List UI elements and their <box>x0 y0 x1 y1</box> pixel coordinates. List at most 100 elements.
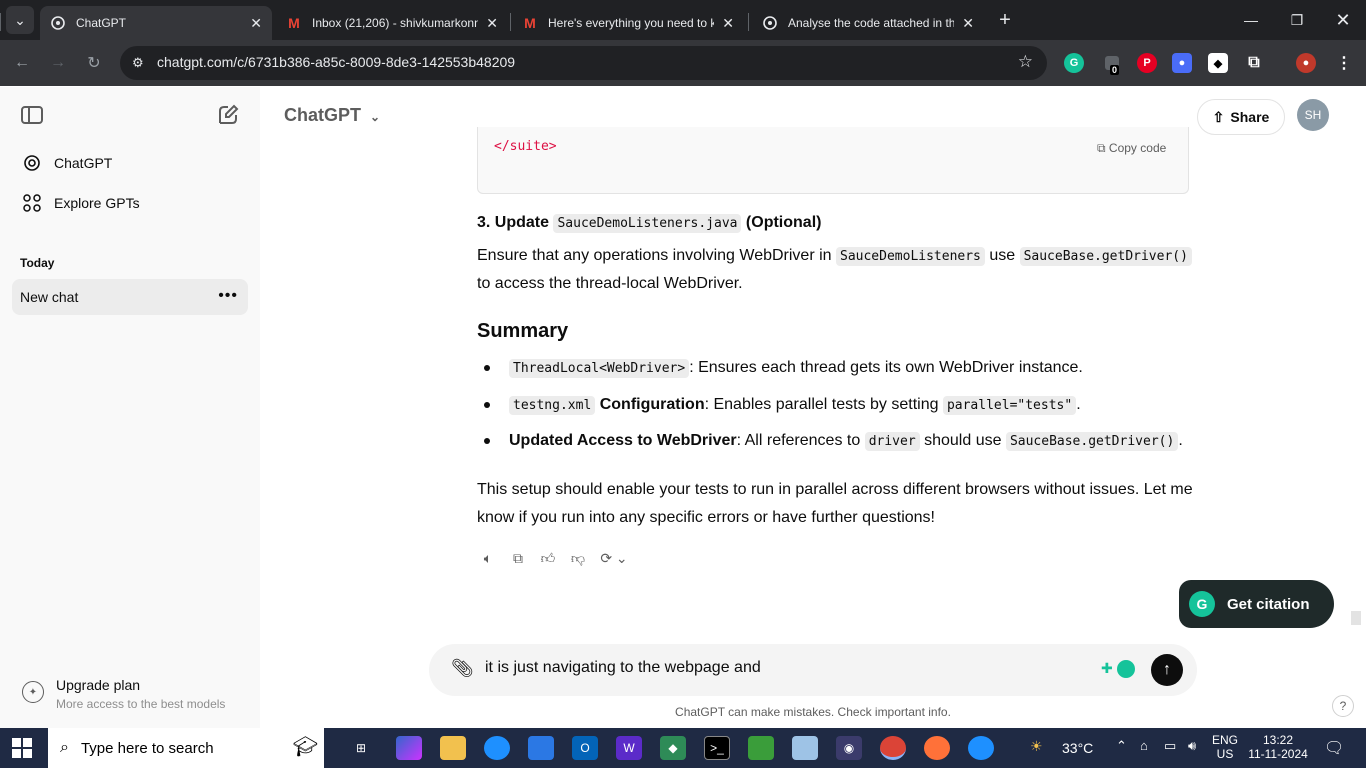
terminal-icon[interactable]: >_ <box>704 736 730 760</box>
extensions-puzzle-icon[interactable]: ⧉ <box>1244 53 1264 73</box>
tab-chatgpt[interactable]: ChatGPT ✕ <box>40 6 272 40</box>
reload-button[interactable]: ↻ <box>80 49 108 77</box>
eclipse-icon[interactable]: ◉ <box>836 736 862 760</box>
browser-toolbar: ← → ↻ ⚙ chatgpt.com/c/6731b386-a85c-8009… <box>0 40 1366 86</box>
tab-gmail-inbox[interactable]: M Inbox (21,206) - shivkumarkonn ✕ <box>276 6 508 40</box>
chat-history-item[interactable]: New chat ••• <box>12 279 248 315</box>
chevron-up-icon[interactable]: ⌃ <box>1116 738 1127 754</box>
notification-icon[interactable]: 🗨︎ <box>1324 738 1344 758</box>
list-item: Updated Access to WebDriver: All referen… <box>509 432 1183 451</box>
paragraph: to access the thread-local WebDriver. <box>477 275 743 292</box>
citation-label: Get citation <box>1227 595 1310 613</box>
app-icon[interactable] <box>792 736 818 760</box>
copy-icon[interactable]: ⧉ <box>507 547 529 569</box>
back-button[interactable]: ← <box>8 49 36 77</box>
close-window-button[interactable]: ✕ <box>1320 0 1366 40</box>
address-bar[interactable]: ⚙ chatgpt.com/c/6731b386-a85c-8009-8de3-… <box>120 46 1047 80</box>
main-content: ChatGPT ⌄ ⇧ Share SH </suite> ⧉ Copy cod… <box>260 87 1366 728</box>
windows-start-icon[interactable] <box>12 738 32 758</box>
chevron-down-icon: ⌄ <box>14 11 26 28</box>
extension-icon[interactable]: ◆ <box>1208 53 1228 73</box>
read-aloud-icon[interactable]: 🔈︎ <box>477 547 499 569</box>
restore-button[interactable]: ❐ <box>1274 0 1320 40</box>
disclaimer: ChatGPT can make mistakes. Check importa… <box>675 705 951 719</box>
task-view-icon[interactable]: ⊞ <box>348 736 374 760</box>
language-indicator[interactable]: ENG US <box>1212 733 1238 761</box>
outlook-icon[interactable]: O <box>572 736 598 760</box>
model-selector[interactable]: ChatGPT ⌄ <box>284 105 380 126</box>
file-explorer-icon[interactable] <box>440 736 466 760</box>
search-icon: ⌕ <box>60 739 69 756</box>
avatar[interactable]: SH <box>1297 99 1329 131</box>
message-input[interactable]: it is just navigating to the webpage and <box>485 659 761 677</box>
more-options-icon[interactable]: ••• <box>218 287 238 305</box>
teams-icon[interactable]: W <box>616 736 642 760</box>
close-icon[interactable]: ✕ <box>250 15 262 32</box>
tab-gmail-message[interactable]: M Here's everything you need to k ✕ <box>512 6 744 40</box>
store-icon[interactable] <box>528 736 554 760</box>
thumbs-down-icon[interactable]: 👎︎ <box>567 547 589 569</box>
close-icon[interactable]: ✕ <box>486 15 498 32</box>
battery-icon[interactable]: ▭ <box>1164 738 1176 754</box>
chrome-icon[interactable] <box>880 736 906 760</box>
openai-logo-icon <box>50 15 66 31</box>
help-button[interactable]: ? <box>1332 695 1354 717</box>
volume-icon[interactable]: 🔊︎ <box>1188 738 1196 754</box>
openai-logo-icon <box>20 151 44 175</box>
minimize-button[interactable]: — <box>1228 0 1274 40</box>
tab-analyse-code[interactable]: Analyse the code attached in th ✕ <box>752 6 984 40</box>
site-settings-icon[interactable]: ⚙ <box>132 55 144 71</box>
arrow-left-icon: ← <box>14 54 30 71</box>
close-icon[interactable]: ✕ <box>962 15 974 32</box>
edge-icon[interactable] <box>484 736 510 760</box>
tab-search-button[interactable]: ⌄ <box>6 6 34 34</box>
grammarly-icon[interactable] <box>1117 660 1135 678</box>
copy-code-button[interactable]: ⧉ Copy code <box>1097 141 1166 156</box>
extension-icon[interactable]: 0 <box>1102 53 1122 75</box>
grid-icon <box>20 191 44 215</box>
send-button[interactable]: ↑ <box>1151 654 1183 686</box>
thumbs-up-icon[interactable]: 👍︎ <box>537 547 559 569</box>
weather-temp[interactable]: 33°C <box>1062 740 1093 756</box>
pinterest-extension-icon[interactable]: P <box>1137 53 1157 73</box>
grammarly-icon: G <box>1189 591 1215 617</box>
forward-button[interactable]: → <box>44 49 72 77</box>
lightbulb-icon[interactable]: ✚ <box>1101 660 1115 678</box>
list-item: testng.xml Configuration: Enables parall… <box>509 391 1081 420</box>
bullet-dot <box>484 402 490 408</box>
app-icon[interactable]: ◆ <box>660 736 686 760</box>
weather-icon[interactable]: ☀ <box>1030 738 1043 755</box>
network-icon[interactable]: ⌂ <box>1140 738 1148 753</box>
menu-kebab-icon[interactable]: ⋮ <box>1334 53 1354 73</box>
profile-avatar[interactable]: ● <box>1296 53 1316 73</box>
share-label: Share <box>1230 109 1270 125</box>
share-button[interactable]: ⇧ Share <box>1197 99 1285 135</box>
new-tab-button[interactable]: + <box>990 0 1020 40</box>
firefox-icon[interactable] <box>924 736 950 760</box>
photos-icon[interactable] <box>748 736 774 760</box>
browser-tab-bar: ⌄ ChatGPT ✕ M Inbox (21,206) - shivkumar… <box>0 0 1366 40</box>
regenerate-icon[interactable]: ⟳ ⌄ <box>597 547 631 569</box>
new-chat-icon[interactable] <box>216 103 240 127</box>
bookmark-star-icon[interactable]: ☆ <box>1018 52 1033 72</box>
close-icon: ✕ <box>1335 9 1351 30</box>
reload-icon: ↻ <box>87 55 101 72</box>
taskbar-search-box[interactable]: ⌕ Type here to search 🎓︎ <box>48 728 324 768</box>
attach-paperclip-icon[interactable]: 📎︎ <box>451 658 474 679</box>
sidebar-item-explore-gpts[interactable]: Explore GPTs <box>12 185 248 221</box>
copilot-icon[interactable] <box>396 736 422 760</box>
paragraph: Ensure that any operations involving Web… <box>477 242 1192 271</box>
scrollbar[interactable] <box>1351 611 1361 625</box>
get-citation-button[interactable]: G Get citation <box>1179 580 1334 628</box>
arrow-right-icon: → <box>50 54 66 71</box>
grammarly-extension-icon[interactable]: G <box>1064 53 1084 73</box>
sidebar-item-chatgpt[interactable]: ChatGPT <box>12 145 248 181</box>
clock[interactable]: 13:22 11-11-2024 <box>1248 733 1308 761</box>
upgrade-plan-button[interactable]: ✦ Upgrade plan More access to the best m… <box>12 669 248 715</box>
screen-recorder-extension-icon[interactable]: ● <box>1172 53 1192 73</box>
gmail-icon: M <box>524 15 536 31</box>
edge-icon[interactable] <box>968 736 994 760</box>
paragraph: This setup should enable your tests to r… <box>477 481 1193 498</box>
sidebar-toggle-icon[interactable] <box>20 103 44 127</box>
close-icon[interactable]: ✕ <box>722 15 734 32</box>
